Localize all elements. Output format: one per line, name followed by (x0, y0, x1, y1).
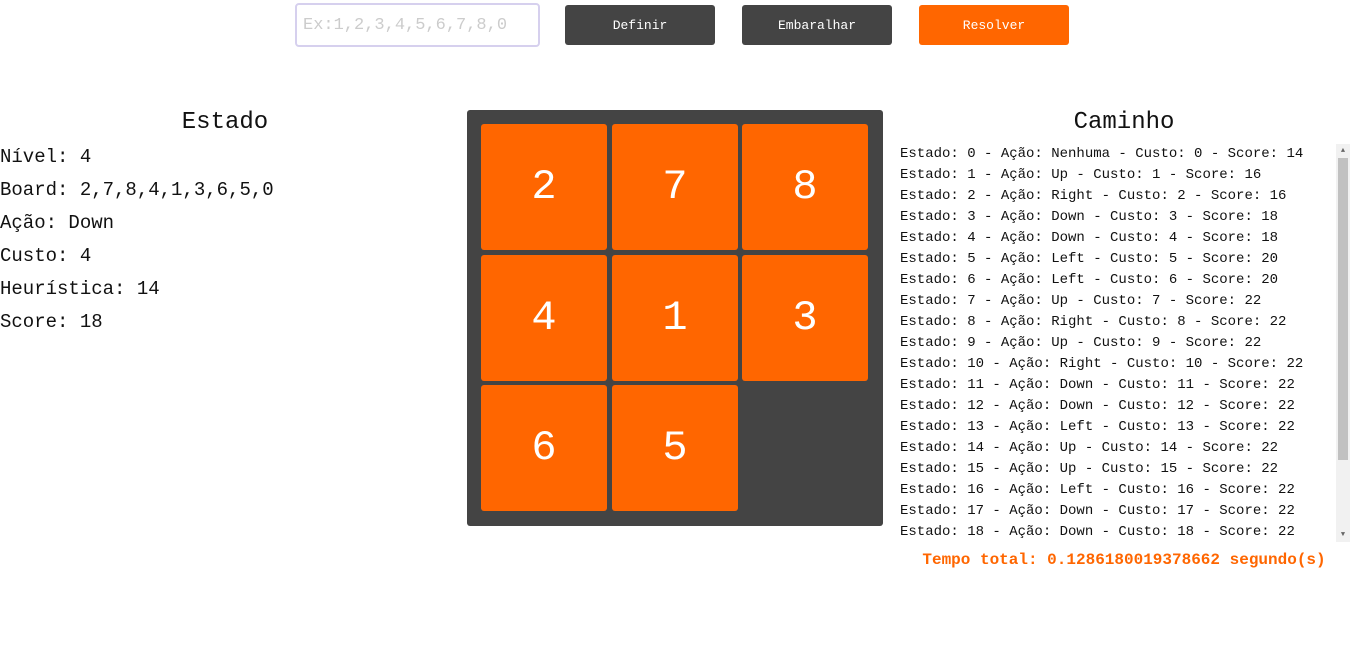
list-item: Estado: 7 - Ação: Up - Custo: 7 - Score:… (900, 293, 1262, 309)
list-item: Estado: 13 - Ação: Left - Custo: 13 - Sc… (900, 419, 1295, 435)
estado-board: Board: 2,7,8,4,1,3,6,5,0 (0, 179, 274, 201)
scroll-up-arrow-icon[interactable]: ▲ (1336, 144, 1350, 158)
estado-nivel: Nível: 4 (0, 146, 92, 168)
caminho-list[interactable]: Estado: 0 - Ação: Nenhuma - Custo: 0 - S… (898, 144, 1350, 542)
caminho-scrollbar[interactable]: ▲ ▼ (1336, 144, 1350, 542)
puzzle-tile[interactable]: 4 (481, 255, 607, 381)
toolbar: Definir Embaralhar Resolver (0, 0, 1366, 60)
estado-custo: Custo: 4 (0, 245, 92, 267)
estado-title: Estado (181, 109, 269, 136)
list-item: Estado: 14 - Ação: Up - Custo: 14 - Scor… (900, 440, 1279, 456)
list-item: Estado: 12 - Ação: Down - Custo: 12 - Sc… (900, 398, 1295, 414)
caminho-title: Caminho (1073, 109, 1175, 136)
puzzle-tile[interactable]: 1 (612, 255, 738, 381)
list-item: Estado: 4 - Ação: Down - Custo: 4 - Scor… (900, 230, 1279, 246)
estado-score: Score: 18 (0, 311, 103, 333)
estado-acao: Ação: Down (0, 212, 115, 234)
puzzle-tile[interactable]: 5 (612, 385, 738, 511)
list-item: Estado: 17 - Ação: Down - Custo: 17 - Sc… (900, 503, 1295, 519)
list-item: Estado: 16 - Ação: Left - Custo: 16 - Sc… (900, 482, 1295, 498)
app-root: Definir Embaralhar Resolver Estado Nível… (0, 0, 1366, 669)
puzzle-tile[interactable]: 3 (742, 255, 868, 381)
estado-panel: Estado Nível: 4 Board: 2,7,8,4,1,3,6,5,0… (0, 108, 450, 339)
list-item: Estado: 2 - Ação: Right - Custo: 2 - Sco… (900, 188, 1287, 204)
caminho-panel: Caminho Estado: 0 - Ação: Nenhuma - Cust… (898, 108, 1350, 569)
scroll-down-arrow-icon[interactable]: ▼ (1336, 528, 1350, 542)
list-item: Estado: 1 - Ação: Up - Custo: 1 - Score:… (900, 167, 1262, 183)
puzzle-tile[interactable]: 8 (742, 124, 868, 250)
list-item: Estado: 3 - Ação: Down - Custo: 3 - Scor… (900, 209, 1279, 225)
puzzle-empty-slot (742, 385, 868, 511)
board-input[interactable] (295, 3, 540, 47)
definir-button[interactable]: Definir (565, 5, 715, 45)
puzzle-tile[interactable]: 2 (481, 124, 607, 250)
estado-details: Nível: 4 Board: 2,7,8,4,1,3,6,5,0 Ação: … (0, 141, 450, 339)
list-item: Estado: 6 - Ação: Left - Custo: 6 - Scor… (900, 272, 1279, 288)
puzzle-tile[interactable]: 7 (612, 124, 738, 250)
list-item: Estado: 0 - Ação: Nenhuma - Custo: 0 - S… (900, 146, 1304, 162)
scroll-thumb[interactable] (1338, 158, 1348, 460)
list-item: Estado: 15 - Ação: Up - Custo: 15 - Scor… (900, 461, 1279, 477)
list-item: Estado: 8 - Ação: Right - Custo: 8 - Sco… (900, 314, 1287, 330)
embaralhar-button[interactable]: Embaralhar (742, 5, 892, 45)
caminho-items: Estado: 0 - Ação: Nenhuma - Custo: 0 - S… (898, 144, 1350, 542)
puzzle-tile[interactable]: 6 (481, 385, 607, 511)
list-item: Estado: 10 - Ação: Right - Custo: 10 - S… (900, 356, 1304, 372)
list-item: Estado: 18 - Ação: Down - Custo: 18 - Sc… (900, 524, 1295, 540)
estado-heuristica: Heurística: 14 (0, 278, 160, 300)
resolver-button[interactable]: Resolver (919, 5, 1069, 45)
list-item: Estado: 9 - Ação: Up - Custo: 9 - Score:… (900, 335, 1262, 351)
list-item: Estado: 5 - Ação: Left - Custo: 5 - Scor… (900, 251, 1279, 267)
puzzle-board: 2 7 8 4 1 3 6 5 (467, 110, 883, 526)
tempo-total: Tempo total: 0.1286180019378662 segundo(… (922, 551, 1326, 569)
list-item: Estado: 11 - Ação: Down - Custo: 11 - Sc… (900, 377, 1295, 393)
